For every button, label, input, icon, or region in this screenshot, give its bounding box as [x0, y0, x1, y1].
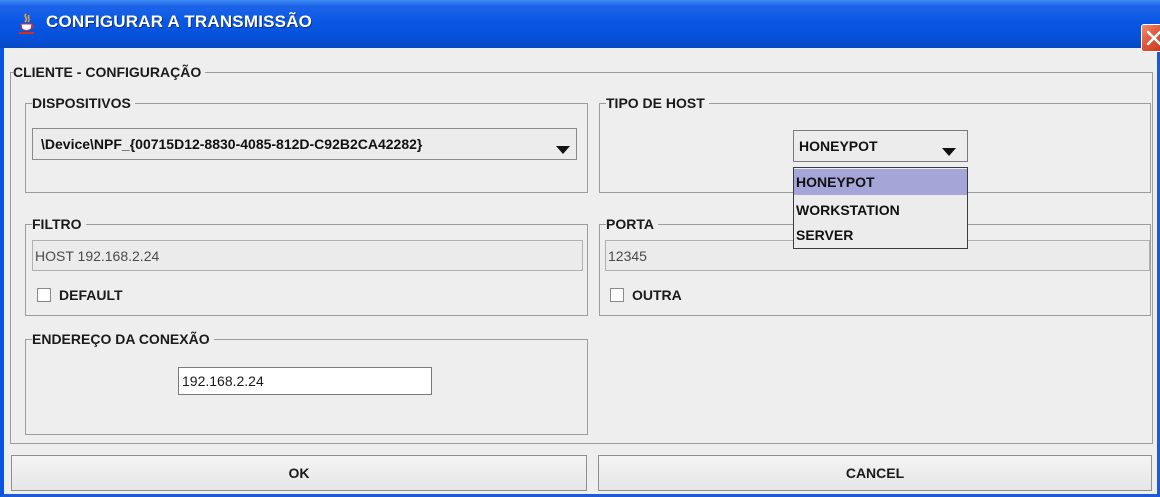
window-title: CONFIGURAR A TRANSMISSÃO	[46, 12, 313, 31]
client-config-label: CLIENTE - CONFIGURAÇÃO	[13, 63, 206, 81]
default-checkbox[interactable]: DEFAULT	[37, 286, 157, 306]
java-cup-icon	[18, 13, 36, 35]
default-checkbox-box[interactable]	[37, 288, 51, 302]
porta-value: 12345	[608, 248, 647, 264]
outra-checkbox-label: OUTRA	[632, 287, 682, 303]
porta-label: PORTA	[606, 215, 658, 233]
tipo-de-host-options-popup: HONEYPOT WORKSTATION SERVER	[793, 167, 968, 249]
endereco-value: 192.168.2.24	[182, 373, 264, 389]
tipo-de-host-label: TIPO DE HOST	[606, 94, 709, 112]
tipo-de-host-selected: HONEYPOT	[799, 138, 878, 154]
chevron-down-icon[interactable]	[556, 141, 570, 157]
option-honeypot[interactable]: HONEYPOT	[794, 169, 967, 195]
filtro-label: FILTRO	[32, 215, 86, 233]
ok-button[interactable]: OK	[11, 455, 587, 491]
endereco-label: ENDEREÇO DA CONEXÃO	[32, 330, 214, 348]
tipo-de-host-combo[interactable]: HONEYPOT	[793, 130, 968, 162]
endereco-input[interactable]: 192.168.2.24	[178, 367, 432, 395]
dialog-window: CONFIGURAR A TRANSMISSÃO CLIENTE - CONFI…	[0, 0, 1160, 497]
close-button[interactable]	[1141, 24, 1160, 52]
filtro-field[interactable]: HOST 192.168.2.24	[32, 240, 583, 271]
dispositivos-selected: \Device\NPF_{00715D12-8830-4085-812D-C92…	[41, 136, 423, 152]
default-checkbox-label: DEFAULT	[59, 287, 123, 303]
filtro-value: HOST 192.168.2.24	[35, 248, 160, 264]
chevron-down-icon[interactable]	[942, 143, 956, 159]
option-workstation[interactable]: WORKSTATION	[794, 197, 967, 223]
option-server[interactable]: SERVER	[794, 222, 967, 248]
cancel-button[interactable]: CANCEL	[598, 455, 1152, 491]
outra-checkbox[interactable]: OUTRA	[610, 286, 720, 306]
close-icon	[1146, 30, 1160, 46]
title-bar[interactable]: CONFIGURAR A TRANSMISSÃO	[0, 0, 1160, 52]
dispositivos-combo[interactable]: \Device\NPF_{00715D12-8830-4085-812D-C92…	[32, 128, 577, 160]
dispositivos-label: DISPOSITIVOS	[32, 94, 135, 112]
outra-checkbox-box[interactable]	[610, 288, 624, 302]
